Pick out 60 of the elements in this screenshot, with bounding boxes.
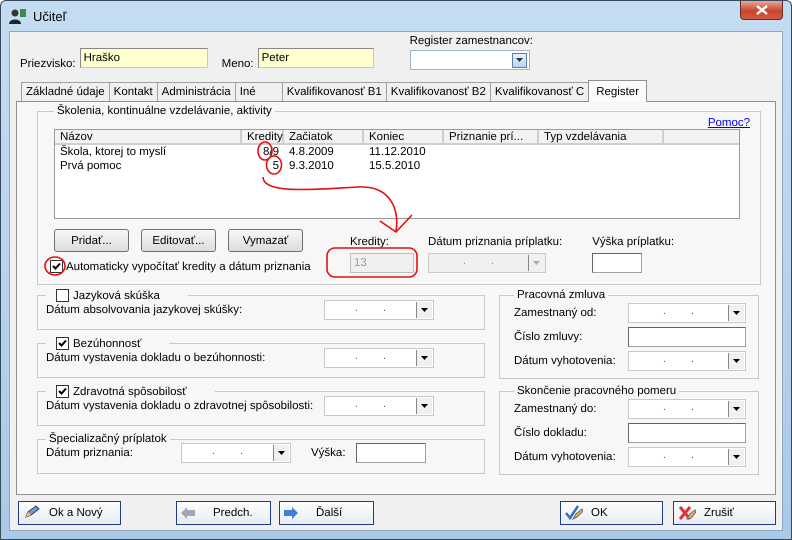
column-header[interactable]: Koniec <box>364 130 444 145</box>
field-label: Dátum vystavenia dokladu o zdravotnej spôsobilosti: <box>46 400 314 412</box>
group-title: Pracovná zmluva <box>516 289 606 301</box>
group-title: Školenia, kontinuálne vzdelávanie, aktivity <box>56 105 273 117</box>
field-label: Dátum vyhotovenia: <box>514 451 616 463</box>
field-label: Číslo dokladu: <box>514 427 587 439</box>
field-label: Kredity: <box>350 236 390 248</box>
field-label: Výška príplatku: <box>592 236 674 248</box>
date-picker[interactable]: . . <box>628 447 746 467</box>
date-picker[interactable]: . . <box>628 351 746 371</box>
name-field[interactable]: Peter <box>258 48 374 68</box>
surname-field[interactable]: Hraško <box>80 48 208 68</box>
table-cell: Prvá pomoc <box>60 160 122 172</box>
field-label: Zamestnaný do: <box>514 403 596 415</box>
group-title: Špecializačný príplatok <box>48 433 168 445</box>
field-label: Zamestnaný od: <box>514 307 596 319</box>
column-header[interactable]: Začiatok <box>284 130 364 145</box>
list-button[interactable]: Vymazať <box>228 229 303 252</box>
field-label: Priezvisko: <box>20 58 76 70</box>
tab[interactable]: Základné údaje <box>21 82 110 101</box>
table-cell: 15.5.2010 <box>369 160 420 172</box>
footer-button[interactable]: OK <box>560 501 663 525</box>
column-header[interactable]: Priznanie prí... <box>444 130 539 145</box>
date-picker[interactable]: . . <box>324 396 434 416</box>
column-header[interactable]: Názov <box>55 130 242 145</box>
tab[interactable]: Register <box>588 80 648 102</box>
footer-button[interactable]: Zrušiť <box>673 501 776 525</box>
footer-button[interactable]: Ďalší <box>279 501 374 525</box>
field-label: Číslo zmluvy: <box>514 331 582 343</box>
column-header[interactable]: Typ vzdelávania <box>539 130 664 145</box>
window-title: Učiteľ <box>33 8 66 24</box>
table-cell: 5 <box>272 160 279 172</box>
field-label: Dátum priznania príplatku: <box>428 236 562 248</box>
footer-button[interactable]: Ok a Nový <box>18 501 121 525</box>
list-button[interactable]: Pridať... <box>54 229 129 252</box>
field-label: Výška: <box>311 447 346 459</box>
field-label: Dátum vyhotovenia: <box>514 355 616 367</box>
table-cell: 4.8.2009 <box>289 146 334 158</box>
checkbox-label: Zdravotná spôsobilosť <box>73 386 187 398</box>
checkbox-label: Automaticky vypočítať kredity a dátum priznania <box>66 260 311 272</box>
field-label: Dátum vystavenia dokladu o bezúhonnosti: <box>46 352 266 364</box>
group-title: Skončenie pracovného pomeru <box>516 385 678 397</box>
table-cell: Škola, ktorej to myslí <box>60 146 166 158</box>
table-cell: 11.12.2010 <box>369 146 426 158</box>
column-header[interactable]: Kredity <box>242 130 284 145</box>
checkbox-label: Bezúhonnosť <box>73 338 142 350</box>
table-cell: 9.3.2010 <box>289 160 334 172</box>
date-picker[interactable]: . . <box>324 300 434 320</box>
field-label: Dátum priznania: <box>46 447 134 459</box>
date-picker[interactable]: . . <box>628 399 746 419</box>
date-picker[interactable]: . . <box>628 303 746 323</box>
help-link[interactable]: Pomoc? <box>708 117 750 129</box>
checkbox-label: Jazyková skúška <box>73 290 160 302</box>
date-picker[interactable]: . . <box>324 348 434 368</box>
footer-button[interactable]: Predch. <box>176 501 271 525</box>
field-label: Dátum absolvovania jazykovej skúšky: <box>46 304 242 316</box>
field-label: Meno: <box>222 58 254 70</box>
field-label: Register zamestnancov: <box>410 35 533 47</box>
date-picker[interactable]: . . <box>181 443 291 463</box>
list-button[interactable]: Editovať... <box>141 229 216 252</box>
